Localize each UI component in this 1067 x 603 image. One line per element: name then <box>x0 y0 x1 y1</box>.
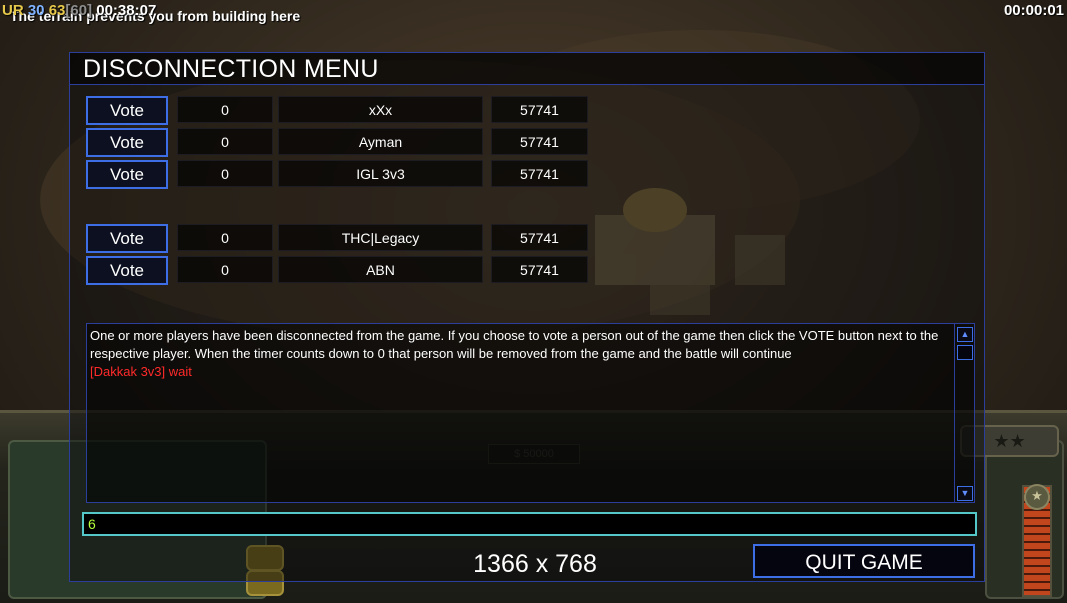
player-ping: 57741 <box>491 256 588 283</box>
vote-count: 0 <box>177 160 273 187</box>
disconnection-dialog: DISCONNECTION MENU Vote 0 xXx 57741 Vote… <box>69 52 985 582</box>
scroll-up-icon[interactable]: ▲ <box>957 327 973 342</box>
vote-count: 0 <box>177 224 273 251</box>
quit-game-button[interactable]: QUIT GAME <box>753 544 975 578</box>
player-ping: 57741 <box>491 224 588 251</box>
scroll-down-icon[interactable]: ▼ <box>957 486 973 501</box>
vote-button[interactable]: Vote <box>86 96 168 125</box>
general-star-icon[interactable]: ★ <box>1024 484 1050 510</box>
vote-button[interactable]: Vote <box>86 224 168 253</box>
stat-a: 30 <box>27 2 45 19</box>
chat-log[interactable]: One or more players have been disconnect… <box>86 323 975 503</box>
vote-count: 0 <box>177 128 273 155</box>
player-name: THC|Legacy <box>278 224 483 251</box>
player-name: xXx <box>278 96 483 123</box>
vote-count: 0 <box>177 96 273 123</box>
vote-count: 0 <box>177 256 273 283</box>
chat-player-message: [Dakkak 3v3] wait <box>90 364 192 379</box>
elapsed-time: 00:38:07 <box>96 2 157 19</box>
stat-b: 63 <box>48 2 66 19</box>
countdown-timer: 00:00:01 <box>1003 2 1064 19</box>
vote-button[interactable]: Vote <box>86 256 168 285</box>
chat-input[interactable]: 6 <box>82 512 977 536</box>
stat-c: [60] <box>65 2 93 19</box>
resolution-label: 1366 x 768 <box>473 550 597 578</box>
dialog-title: DISCONNECTION MENU <box>70 53 984 85</box>
chat-text: One or more players have been disconnect… <box>90 327 956 381</box>
vote-button[interactable]: Vote <box>86 160 168 189</box>
player-ping: 57741 <box>491 96 588 123</box>
performance-stats: UR 30 63[60] 00:38:07 <box>2 2 156 19</box>
player-name: ABN <box>278 256 483 283</box>
player-name: Ayman <box>278 128 483 155</box>
player-ping: 57741 <box>491 160 588 187</box>
chat-scrollbar[interactable]: ▲ ▼ <box>954 324 974 502</box>
player-ping: 57741 <box>491 128 588 155</box>
chat-info-message: One or more players have been disconnect… <box>90 328 939 361</box>
scroll-thumb[interactable] <box>957 345 973 360</box>
vote-button[interactable]: Vote <box>86 128 168 157</box>
stat-ur: UR <box>2 2 24 19</box>
player-name: IGL 3v3 <box>278 160 483 187</box>
